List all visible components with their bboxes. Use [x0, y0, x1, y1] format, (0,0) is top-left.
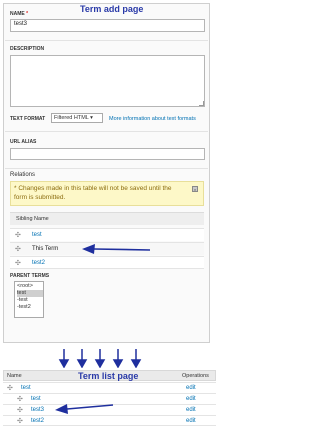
drag-handle-icon[interactable]: ✣	[15, 245, 21, 253]
term-name-link[interactable]: test	[31, 396, 41, 402]
divider	[5, 168, 208, 169]
name-label: NAME *	[10, 11, 29, 17]
edit-link[interactable]: edit	[186, 396, 196, 402]
unsaved-warning: * Changes made in this table will not be…	[10, 181, 204, 206]
table-row[interactable]: ✣ test edit	[3, 382, 216, 393]
sibling-row[interactable]: ✣ test2	[10, 256, 204, 269]
divider	[5, 40, 208, 41]
close-icon[interactable]: ×	[192, 186, 198, 192]
sibling-name[interactable]: test	[32, 232, 42, 238]
drag-handle-icon[interactable]: ✣	[15, 259, 21, 267]
parent-terms-label: PARENT TERMS	[10, 273, 50, 279]
col-name-header: Name	[7, 373, 22, 379]
pointer-arrow-icon	[82, 244, 151, 254]
drag-handle-icon[interactable]: ✣	[17, 406, 23, 414]
parent-terms-select[interactable]: <root> test -test -test2	[14, 281, 44, 318]
text-format-select[interactable]: Filtered HTML ▾	[51, 113, 103, 123]
list-page-title: Term list page	[78, 371, 139, 381]
description-textarea[interactable]	[10, 55, 205, 107]
description-label: DESCRIPTION	[10, 46, 45, 52]
sibling-name: This Term	[32, 246, 59, 252]
chevron-down-icon: ▾	[90, 115, 93, 121]
divider	[5, 131, 208, 132]
edit-link[interactable]: edit	[186, 407, 196, 413]
parent-option-selected[interactable]: test	[17, 290, 43, 297]
col-operations-header: Operations	[182, 373, 209, 379]
text-format-help-link[interactable]: More information about text formats	[109, 116, 196, 122]
text-format-label: TEXT FORMAT	[10, 116, 46, 122]
parent-option[interactable]: -test	[17, 297, 43, 304]
drag-handle-icon[interactable]: ✣	[7, 384, 13, 392]
parent-option[interactable]: <root>	[17, 283, 43, 290]
add-page-title: Term add page	[80, 4, 144, 14]
url-alias-label: URL ALIAS	[10, 139, 37, 145]
down-arrows	[58, 349, 142, 368]
sibling-name[interactable]: test2	[32, 260, 45, 266]
table-row[interactable]: ✣ test2 edit	[3, 415, 216, 426]
sibling-table-header: Sibling Name	[10, 212, 204, 225]
url-alias-input[interactable]	[10, 148, 205, 160]
drag-handle-icon[interactable]: ✣	[17, 417, 23, 425]
term-name-link[interactable]: test	[21, 385, 31, 391]
pointer-arrow-icon	[55, 404, 114, 414]
drag-handle-icon[interactable]: ✣	[17, 395, 23, 403]
term-name-link[interactable]: test2	[31, 418, 44, 424]
drag-handle-icon[interactable]: ✣	[15, 231, 21, 239]
resize-grip-icon[interactable]	[199, 101, 204, 106]
relations-label: Relations	[10, 172, 36, 178]
term-name-link[interactable]: test3	[31, 407, 44, 413]
name-input[interactable]: test3	[10, 19, 205, 32]
parent-option[interactable]: -test2	[17, 304, 43, 311]
edit-link[interactable]: edit	[186, 385, 196, 391]
edit-link[interactable]: edit	[186, 418, 196, 424]
sibling-row[interactable]: ✣ test	[10, 228, 204, 241]
